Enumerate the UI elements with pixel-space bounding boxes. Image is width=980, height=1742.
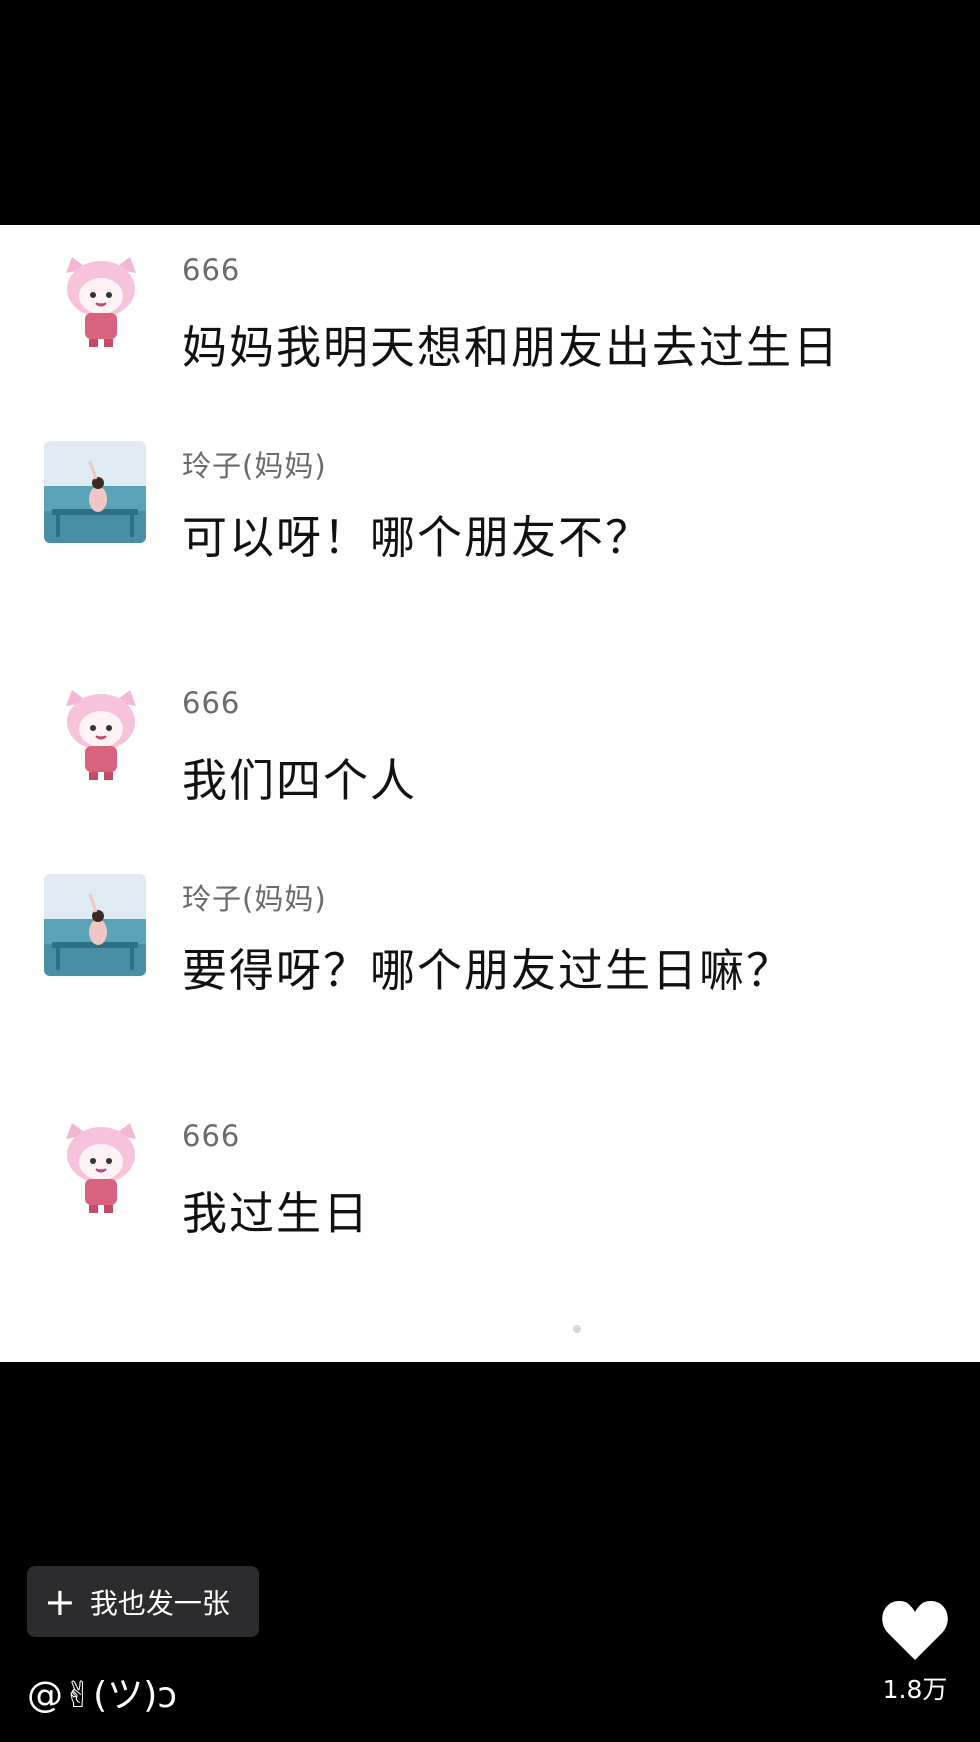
chat-message: 666 妈妈我明天想和朋友出去过生日 (0, 225, 980, 405)
chat-screenshot: 666 妈妈我明天想和朋友出去过生日 玲子(妈妈) 可以呀！哪个朋友不？ 666… (0, 225, 980, 1362)
heart-icon[interactable] (880, 1598, 950, 1662)
message-text: 我过生日 (182, 1187, 371, 1240)
pink-cat-girl-avatar (50, 1117, 152, 1219)
sender-name: 玲子(妈妈) (182, 449, 327, 483)
sender-name: 666 (182, 1119, 241, 1153)
chat-message: 玲子(妈妈) 可以呀！哪个朋友不？ (0, 441, 980, 621)
chat-message: 666 我们四个人 (0, 658, 980, 838)
seaside-photo-avatar (44, 874, 146, 976)
post-too-button[interactable]: + 我也发一张 (27, 1566, 259, 1637)
pink-cat-girl-avatar (50, 684, 152, 786)
plus-icon: + (44, 1579, 76, 1624)
author-username[interactable]: @✌(ツ)ↄ (27, 1666, 177, 1718)
chat-message: 666 我过生日 (0, 1091, 980, 1271)
like-count: 1.8万 (882, 1675, 948, 1704)
message-text: 要得呀？哪个朋友过生日嘛？ (182, 944, 794, 997)
message-text: 妈妈我明天想和朋友出去过生日 (182, 321, 841, 374)
chat-message: 玲子(妈妈) 要得呀？哪个朋友过生日嘛？ (0, 874, 980, 1054)
post-button-label: 我也发一张 (89, 1586, 230, 1620)
page-indicator-dot (573, 1325, 581, 1333)
pink-cat-girl-avatar (50, 251, 152, 353)
sender-name: 玲子(妈妈) (182, 882, 327, 916)
sender-name: 666 (182, 686, 241, 720)
message-text: 可以呀！哪个朋友不？ (182, 511, 653, 564)
seaside-photo-avatar (44, 441, 146, 543)
sender-name: 666 (182, 253, 241, 287)
message-text: 我们四个人 (182, 754, 418, 807)
